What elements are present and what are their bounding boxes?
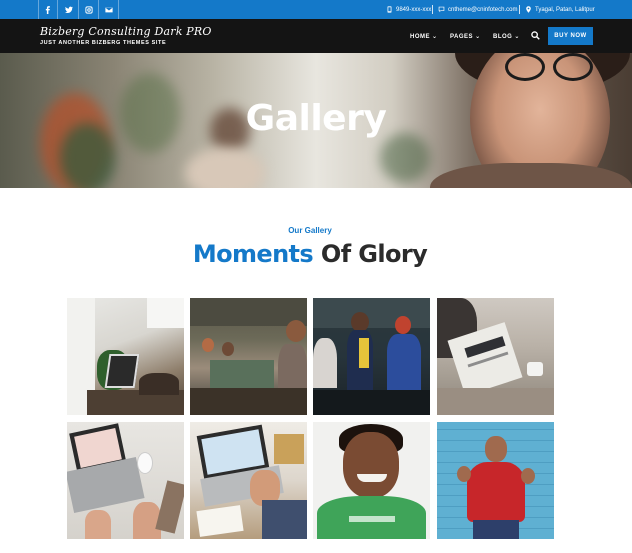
gallery-image[interactable] (190, 298, 307, 415)
facebook-icon (45, 5, 50, 14)
twitter-link[interactable] (59, 0, 79, 19)
email-link[interactable] (99, 0, 119, 19)
instagram-link[interactable] (79, 0, 99, 19)
gallery-image[interactable] (190, 422, 307, 539)
nav-blog-label: BLOG (493, 33, 513, 40)
heading-highlight: Moments (192, 240, 314, 268)
gallery-image[interactable] (313, 422, 430, 539)
gallery-image[interactable] (67, 422, 184, 539)
location-pin-icon (526, 6, 531, 13)
nav-pages-label: PAGES (450, 33, 474, 40)
instagram-icon (84, 5, 93, 14)
page-title: Gallery (245, 98, 387, 139)
top-bar: 9849-xxx-xxx cntheme@cninfotech.com Tyag… (0, 0, 632, 19)
location-text: Tyagal, Patan, Lalitpur (535, 6, 595, 13)
gallery-image[interactable] (437, 298, 554, 415)
email-contact[interactable]: cntheme@cninfotech.com (438, 0, 517, 19)
chevron-down-icon: ⌄ (475, 34, 481, 40)
phone-number: 9849-xxx-xxx (396, 6, 432, 13)
main-header: Bizberg Consulting Dark PRO JUST ANOTHER… (0, 19, 632, 53)
gallery-image[interactable] (67, 298, 184, 415)
email-icon (104, 7, 113, 12)
twitter-icon (64, 6, 73, 13)
nav-home[interactable]: HOME ⌄ (410, 33, 438, 41)
buy-now-button[interactable]: BUY NOW (548, 27, 593, 45)
search-icon[interactable] (531, 31, 540, 40)
gallery-image[interactable] (313, 298, 430, 415)
chevron-down-icon: ⌄ (432, 34, 438, 40)
section-eyebrow: Our Gallery (288, 226, 332, 235)
divider (432, 5, 433, 14)
location-contact: Tyagal, Patan, Lalitpur (525, 0, 595, 19)
nav-blog[interactable]: BLOG ⌄ (493, 33, 520, 41)
facebook-link[interactable] (38, 0, 58, 19)
nav-home-label: HOME (410, 33, 430, 40)
section-heading: Moments Of Glory (0, 240, 620, 268)
email-address: cntheme@cninfotech.com (448, 6, 518, 13)
site-title[interactable]: Bizberg Consulting Dark PRO (40, 25, 212, 38)
phone-contact[interactable]: 9849-xxx-xxx (386, 0, 431, 19)
chat-icon (438, 6, 445, 13)
phone-icon (387, 6, 392, 13)
divider (519, 5, 520, 14)
chevron-down-icon: ⌄ (514, 34, 520, 40)
heading-rest: Of Glory (320, 240, 428, 268)
nav-pages[interactable]: PAGES ⌄ (450, 33, 481, 41)
hero-banner: Gallery (0, 53, 632, 188)
site-tagline: JUST ANOTHER BIZBERG THEMES SITE (40, 40, 167, 46)
gallery-image[interactable] (437, 422, 554, 539)
